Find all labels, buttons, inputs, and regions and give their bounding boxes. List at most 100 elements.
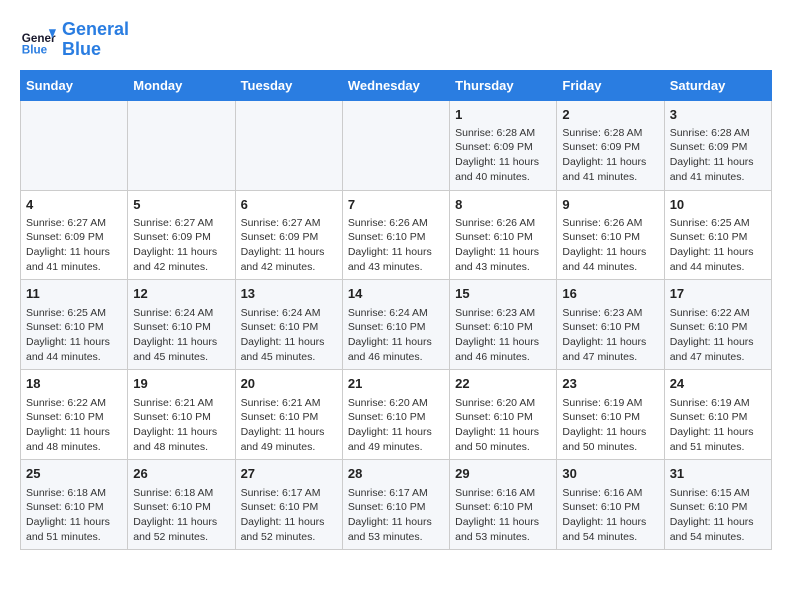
day-info: Sunrise: 6:28 AM Sunset: 6:09 PM Dayligh… bbox=[670, 126, 766, 185]
day-info: Sunrise: 6:20 AM Sunset: 6:10 PM Dayligh… bbox=[455, 396, 551, 455]
day-number: 20 bbox=[241, 375, 337, 393]
day-info: Sunrise: 6:24 AM Sunset: 6:10 PM Dayligh… bbox=[241, 306, 337, 365]
day-number: 23 bbox=[562, 375, 658, 393]
day-number: 12 bbox=[133, 285, 229, 303]
weekday-header: Wednesday bbox=[342, 70, 449, 100]
day-info: Sunrise: 6:23 AM Sunset: 6:10 PM Dayligh… bbox=[562, 306, 658, 365]
day-number: 25 bbox=[26, 465, 122, 483]
calendar-cell: 19Sunrise: 6:21 AM Sunset: 6:10 PM Dayli… bbox=[128, 370, 235, 460]
day-number: 8 bbox=[455, 196, 551, 214]
day-number: 22 bbox=[455, 375, 551, 393]
calendar-cell: 26 Sunrise: 6:18 AM Sunset: 6:10 PM Dayli… bbox=[128, 460, 235, 550]
calendar-cell: 5 Sunrise: 6:27 AM Sunset: 6:09 PM Daylig… bbox=[128, 190, 235, 280]
calendar-cell: 14Sunrise: 6:24 AM Sunset: 6:10 PM Dayli… bbox=[342, 280, 449, 370]
calendar-cell: 11 Sunrise: 6:25 AM Sunset: 6:10 PM Dayli… bbox=[21, 280, 128, 370]
day-info: Sunrise: 6:19 AM Sunset: 6:10 PM Dayligh… bbox=[562, 396, 658, 455]
day-info: Sunrise: 6:15 AM Sunset: 6:10 PM Dayligh… bbox=[670, 486, 766, 545]
calendar-cell: 8 Sunrise: 6:26 AM Sunset: 6:10 PM Daylig… bbox=[450, 190, 557, 280]
calendar-week-row: 25 Sunrise: 6:18 AM Sunset: 6:10 PM Dayli… bbox=[21, 460, 772, 550]
day-number: 14 bbox=[348, 285, 444, 303]
calendar-cell: 10 Sunrise: 6:25 AM Sunset: 6:10 PM Dayli… bbox=[664, 190, 771, 280]
calendar-cell bbox=[342, 100, 449, 190]
page-header: General Blue GeneralBlue bbox=[20, 20, 772, 60]
day-info: Sunrise: 6:21 AM Sunset: 6:10 PM Dayligh… bbox=[241, 396, 337, 455]
calendar-table: SundayMondayTuesdayWednesdayThursdayFrid… bbox=[20, 70, 772, 551]
calendar-cell: 9 Sunrise: 6:26 AM Sunset: 6:10 PM Daylig… bbox=[557, 190, 664, 280]
calendar-body: 1 Sunrise: 6:28 AM Sunset: 6:09 PM Daylig… bbox=[21, 100, 772, 550]
calendar-cell: 7Sunrise: 6:26 AM Sunset: 6:10 PM Daylig… bbox=[342, 190, 449, 280]
calendar-cell: 2Sunrise: 6:28 AM Sunset: 6:09 PM Daylig… bbox=[557, 100, 664, 190]
calendar-week-row: 1 Sunrise: 6:28 AM Sunset: 6:09 PM Daylig… bbox=[21, 100, 772, 190]
calendar-cell: 1 Sunrise: 6:28 AM Sunset: 6:09 PM Daylig… bbox=[450, 100, 557, 190]
calendar-cell: 16 Sunrise: 6:23 AM Sunset: 6:10 PM Dayli… bbox=[557, 280, 664, 370]
calendar-cell: 18 Sunrise: 6:22 AM Sunset: 6:10 PM Dayli… bbox=[21, 370, 128, 460]
calendar-cell: 3 Sunrise: 6:28 AM Sunset: 6:09 PM Daylig… bbox=[664, 100, 771, 190]
day-number: 31 bbox=[670, 465, 766, 483]
day-number: 24 bbox=[670, 375, 766, 393]
calendar-cell: 31 Sunrise: 6:15 AM Sunset: 6:10 PM Dayli… bbox=[664, 460, 771, 550]
day-info: Sunrise: 6:22 AM Sunset: 6:10 PM Dayligh… bbox=[26, 396, 122, 455]
day-info: Sunrise: 6:25 AM Sunset: 6:10 PM Dayligh… bbox=[670, 216, 766, 275]
calendar-header: SundayMondayTuesdayWednesdayThursdayFrid… bbox=[21, 70, 772, 100]
day-number: 18 bbox=[26, 375, 122, 393]
weekday-header: Friday bbox=[557, 70, 664, 100]
day-number: 29 bbox=[455, 465, 551, 483]
day-number: 1 bbox=[455, 106, 551, 124]
day-info: Sunrise: 6:25 AM Sunset: 6:10 PM Dayligh… bbox=[26, 306, 122, 365]
calendar-cell: 6 Sunrise: 6:27 AM Sunset: 6:09 PM Daylig… bbox=[235, 190, 342, 280]
day-info: Sunrise: 6:23 AM Sunset: 6:10 PM Dayligh… bbox=[455, 306, 551, 365]
day-number: 4 bbox=[26, 196, 122, 214]
day-info: Sunrise: 6:26 AM Sunset: 6:10 PM Dayligh… bbox=[348, 216, 444, 275]
day-number: 16 bbox=[562, 285, 658, 303]
day-number: 15 bbox=[455, 285, 551, 303]
day-info: Sunrise: 6:22 AM Sunset: 6:10 PM Dayligh… bbox=[670, 306, 766, 365]
calendar-cell: 24 Sunrise: 6:19 AM Sunset: 6:10 PM Dayli… bbox=[664, 370, 771, 460]
day-info: Sunrise: 6:26 AM Sunset: 6:10 PM Dayligh… bbox=[455, 216, 551, 275]
day-number: 2 bbox=[562, 106, 658, 124]
day-info: Sunrise: 6:18 AM Sunset: 6:10 PM Dayligh… bbox=[26, 486, 122, 545]
weekday-header: Saturday bbox=[664, 70, 771, 100]
day-number: 13 bbox=[241, 285, 337, 303]
day-info: Sunrise: 6:20 AM Sunset: 6:10 PM Dayligh… bbox=[348, 396, 444, 455]
calendar-cell bbox=[128, 100, 235, 190]
day-info: Sunrise: 6:17 AM Sunset: 6:10 PM Dayligh… bbox=[348, 486, 444, 545]
day-number: 9 bbox=[562, 196, 658, 214]
weekday-header: Tuesday bbox=[235, 70, 342, 100]
day-info: Sunrise: 6:28 AM Sunset: 6:09 PM Dayligh… bbox=[455, 126, 551, 185]
day-info: Sunrise: 6:27 AM Sunset: 6:09 PM Dayligh… bbox=[241, 216, 337, 275]
day-info: Sunrise: 6:16 AM Sunset: 6:10 PM Dayligh… bbox=[562, 486, 658, 545]
calendar-cell: 15 Sunrise: 6:23 AM Sunset: 6:10 PM Dayli… bbox=[450, 280, 557, 370]
day-number: 21 bbox=[348, 375, 444, 393]
day-number: 30 bbox=[562, 465, 658, 483]
calendar-cell: 30 Sunrise: 6:16 AM Sunset: 6:10 PM Dayli… bbox=[557, 460, 664, 550]
svg-text:Blue: Blue bbox=[22, 43, 48, 56]
calendar-cell: 23 Sunrise: 6:19 AM Sunset: 6:10 PM Dayli… bbox=[557, 370, 664, 460]
logo-text: GeneralBlue bbox=[62, 20, 129, 60]
logo: General Blue GeneralBlue bbox=[20, 20, 129, 60]
day-info: Sunrise: 6:19 AM Sunset: 6:10 PM Dayligh… bbox=[670, 396, 766, 455]
calendar-cell: 4Sunrise: 6:27 AM Sunset: 6:09 PM Daylig… bbox=[21, 190, 128, 280]
day-number: 10 bbox=[670, 196, 766, 214]
calendar-cell: 29Sunrise: 6:16 AM Sunset: 6:10 PM Dayli… bbox=[450, 460, 557, 550]
day-number: 17 bbox=[670, 285, 766, 303]
day-number: 6 bbox=[241, 196, 337, 214]
day-number: 3 bbox=[670, 106, 766, 124]
day-info: Sunrise: 6:26 AM Sunset: 6:10 PM Dayligh… bbox=[562, 216, 658, 275]
calendar-cell bbox=[235, 100, 342, 190]
calendar-cell: 20 Sunrise: 6:21 AM Sunset: 6:10 PM Dayli… bbox=[235, 370, 342, 460]
day-number: 27 bbox=[241, 465, 337, 483]
day-number: 26 bbox=[133, 465, 229, 483]
day-info: Sunrise: 6:27 AM Sunset: 6:09 PM Dayligh… bbox=[133, 216, 229, 275]
calendar-cell: 22 Sunrise: 6:20 AM Sunset: 6:10 PM Dayli… bbox=[450, 370, 557, 460]
calendar-cell: 25 Sunrise: 6:18 AM Sunset: 6:10 PM Dayli… bbox=[21, 460, 128, 550]
day-info: Sunrise: 6:17 AM Sunset: 6:10 PM Dayligh… bbox=[241, 486, 337, 545]
logo-icon: General Blue bbox=[20, 22, 56, 58]
day-number: 5 bbox=[133, 196, 229, 214]
day-info: Sunrise: 6:18 AM Sunset: 6:10 PM Dayligh… bbox=[133, 486, 229, 545]
calendar-cell: 21 Sunrise: 6:20 AM Sunset: 6:10 PM Dayli… bbox=[342, 370, 449, 460]
day-number: 19 bbox=[133, 375, 229, 393]
day-number: 11 bbox=[26, 285, 122, 303]
calendar-week-row: 11 Sunrise: 6:25 AM Sunset: 6:10 PM Dayli… bbox=[21, 280, 772, 370]
calendar-week-row: 4 Sunrise: 6:27 AM Sunset: 6:09 PM Daylig… bbox=[21, 190, 772, 280]
day-info: Sunrise: 6:24 AM Sunset: 6:10 PM Dayligh… bbox=[133, 306, 229, 365]
